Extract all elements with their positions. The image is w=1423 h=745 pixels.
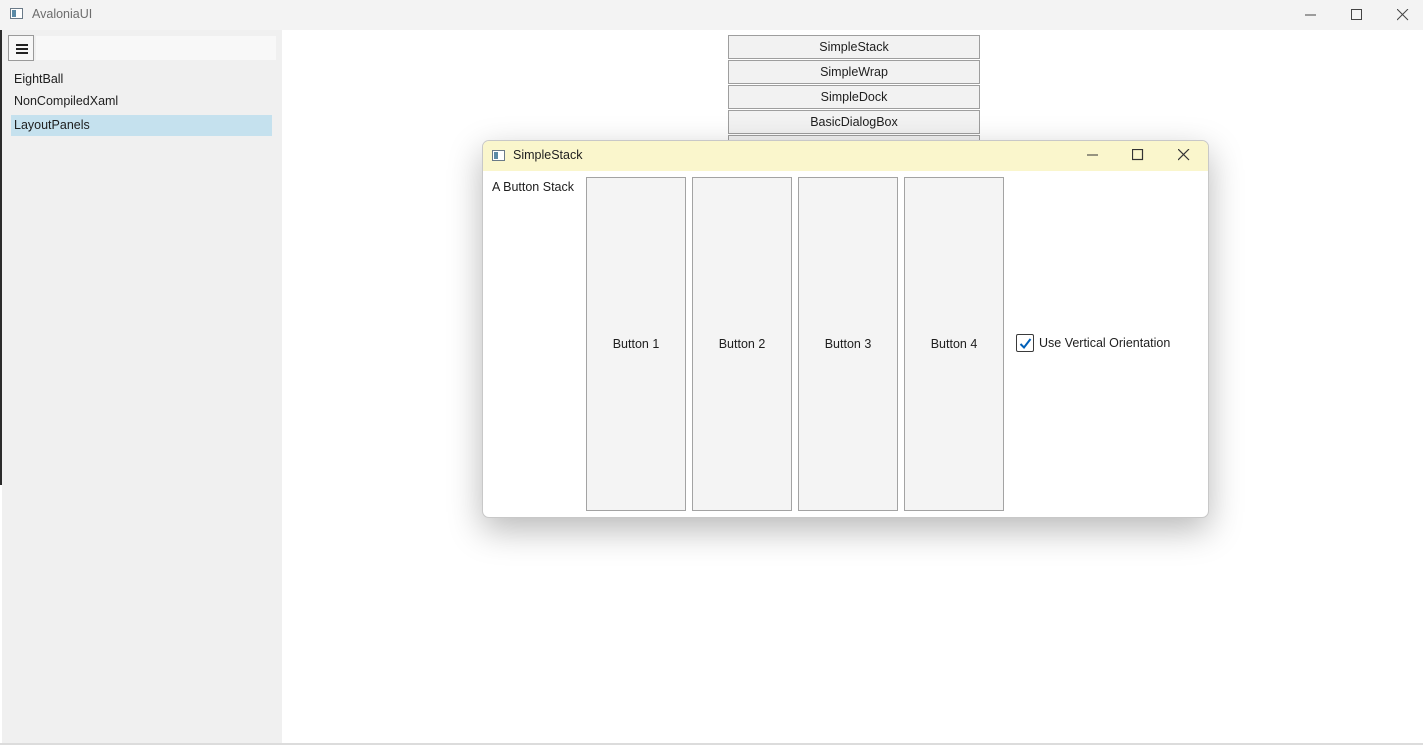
simplestack-button[interactable]: SimpleStack (728, 35, 980, 59)
app-window-icon (10, 8, 23, 19)
maximize-icon (1351, 9, 1362, 20)
minimize-icon (1305, 14, 1316, 16)
window-titlebar[interactable]: AvaloniaUI (0, 0, 1423, 30)
app-window-icon (492, 150, 505, 161)
button-1[interactable]: Button 1 (586, 177, 686, 511)
simplewrap-button[interactable]: SimpleWrap (728, 60, 980, 84)
maximize-button[interactable] (1334, 0, 1380, 30)
sidebar-item-layoutpanels[interactable]: LayoutPanels (11, 115, 272, 136)
minimize-icon (1087, 154, 1098, 156)
vertical-orientation-checkbox[interactable] (1016, 334, 1034, 352)
maximize-icon (1132, 149, 1144, 161)
hamburger-menu-icon (16, 44, 28, 46)
button-2[interactable]: Button 2 (692, 177, 792, 511)
simplestack-dialog: SimpleStack A Button Stack Button 1 Butt… (482, 140, 1209, 518)
button-3[interactable]: Button 3 (798, 177, 898, 511)
close-button[interactable] (1380, 0, 1423, 30)
hamburger-menu-icon (16, 48, 28, 50)
dialog-minimize-button[interactable] (1071, 141, 1115, 171)
hamburger-menu-icon (16, 52, 28, 54)
sidebar-item-eightball[interactable]: EightBall (11, 69, 272, 90)
sidebar: EightBall NonCompiledXaml LayoutPanels (2, 30, 282, 743)
search-input[interactable] (36, 36, 276, 60)
sidebar-item-noncompiledxaml[interactable]: NonCompiledXaml (11, 91, 272, 112)
minimize-button[interactable] (1288, 0, 1334, 30)
button-4[interactable]: Button 4 (904, 177, 1004, 511)
window-title: AvaloniaUI (32, 7, 93, 21)
vertical-orientation-label[interactable]: Use Vertical Orientation (1039, 336, 1170, 350)
dialog-titlebar[interactable]: SimpleStack (483, 141, 1208, 171)
simpledock-button[interactable]: SimpleDock (728, 85, 980, 109)
close-icon (1397, 9, 1409, 21)
hamburger-menu-button[interactable] (8, 35, 34, 61)
checkmark-icon (1019, 338, 1032, 350)
dialog-maximize-button[interactable] (1116, 141, 1160, 171)
basicdialogbox-button[interactable]: BasicDialogBox (728, 110, 980, 134)
dialog-close-button[interactable] (1162, 141, 1206, 171)
close-icon (1178, 149, 1190, 161)
dialog-title: SimpleStack (513, 148, 583, 162)
stack-label: A Button Stack (492, 180, 574, 194)
